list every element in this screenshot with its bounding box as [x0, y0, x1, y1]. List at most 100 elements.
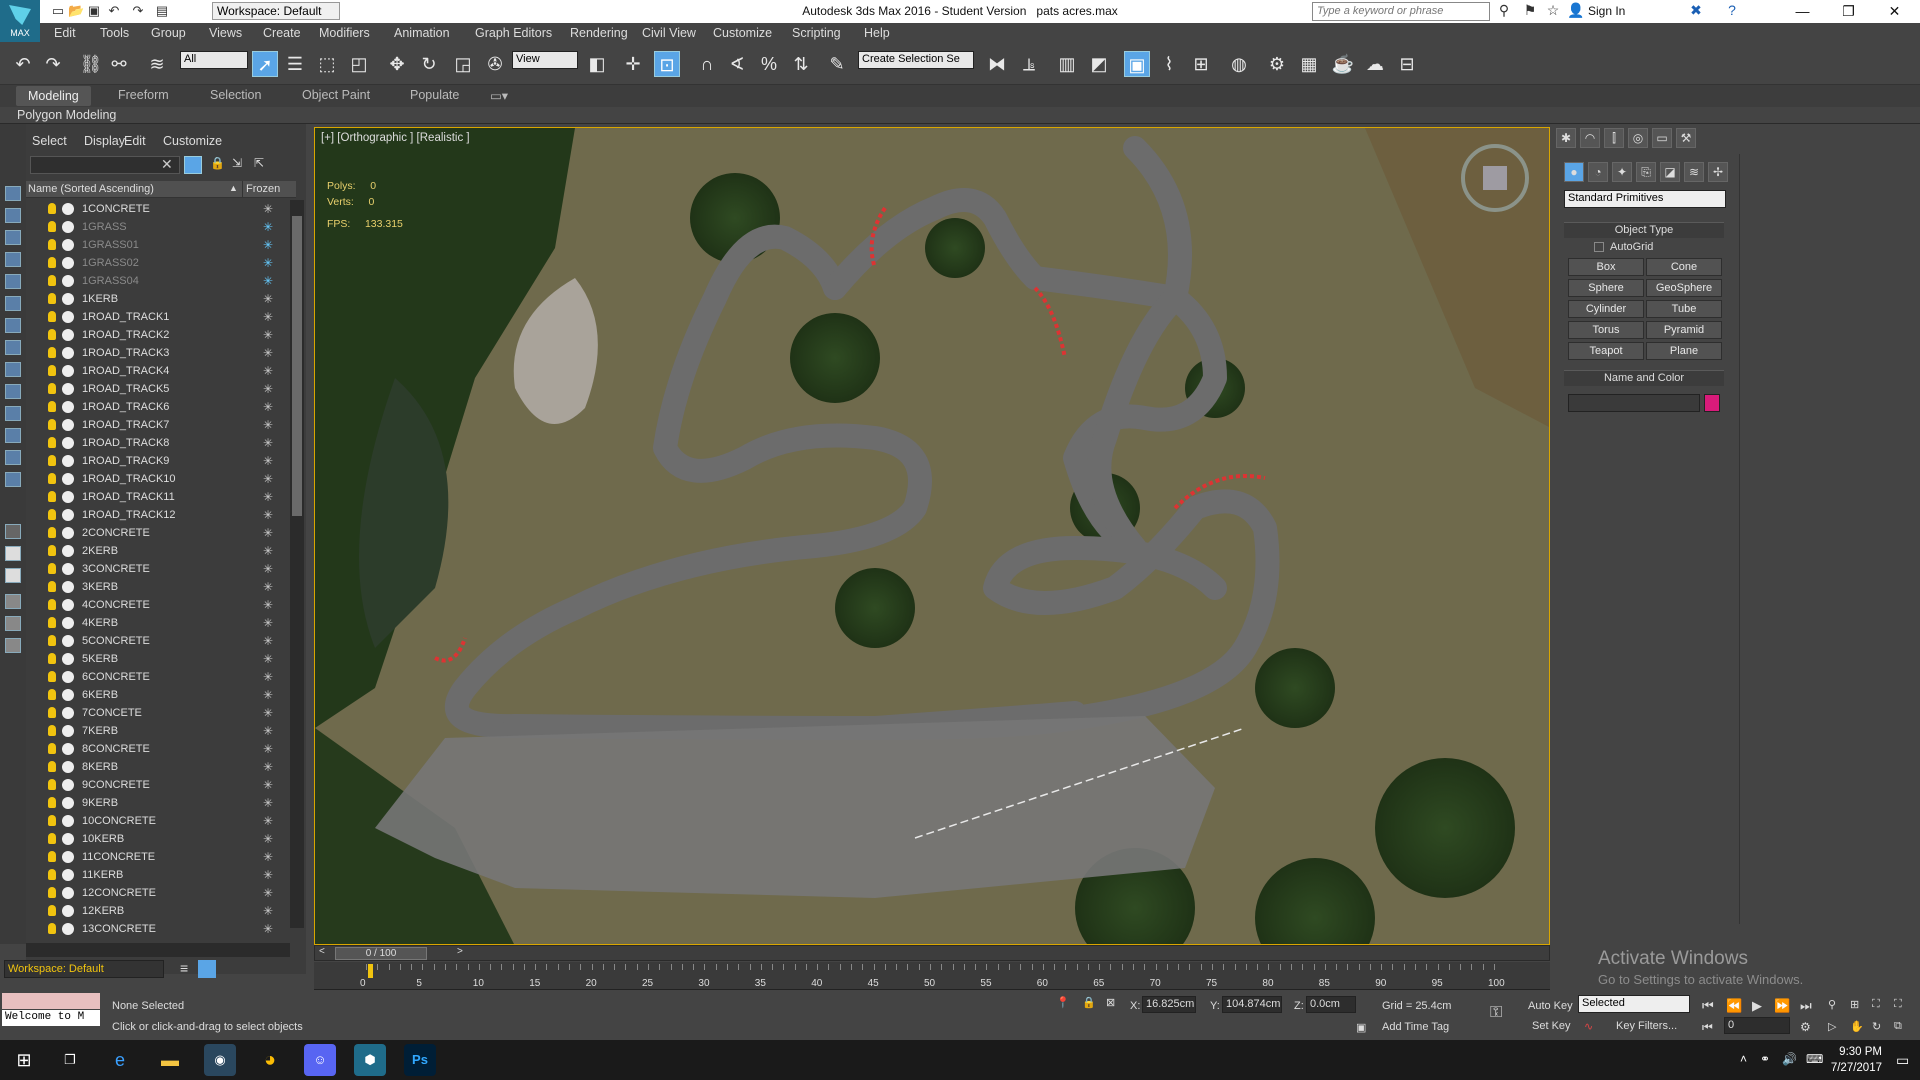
- orbit-icon[interactable]: ↻: [1872, 1020, 1881, 1033]
- prev-frame-icon[interactable]: <: [319, 946, 325, 957]
- freeze-snowflake-icon[interactable]: ✳: [263, 236, 273, 254]
- communication-center-icon[interactable]: ⚑: [1520, 2, 1540, 19]
- display-all-icon[interactable]: [5, 472, 21, 487]
- cameras-icon[interactable]: ⎘: [1636, 162, 1656, 182]
- key-filters-button[interactable]: Key Filters...: [1616, 1020, 1677, 1032]
- sphere-button[interactable]: Sphere: [1568, 279, 1644, 297]
- selection-filter-dropdown[interactable]: All: [180, 51, 248, 69]
- display-hidden-icon[interactable]: [5, 450, 21, 465]
- find-icon[interactable]: [184, 156, 202, 174]
- lightbulb-icon[interactable]: [48, 689, 56, 700]
- lightbulb-icon[interactable]: [48, 419, 56, 430]
- 3dsmax-taskbar-icon[interactable]: ⬢: [354, 1044, 386, 1076]
- freeze-snowflake-icon[interactable]: ✳: [263, 434, 273, 452]
- undo-icon[interactable]: ↶: [106, 3, 122, 19]
- freeze-snowflake-icon[interactable]: ✳: [263, 362, 273, 380]
- freeze-snowflake-icon[interactable]: ✳: [263, 614, 273, 632]
- zoom-extents-all-icon[interactable]: ⛶: [1894, 998, 1902, 1011]
- teapot-icon[interactable]: [62, 545, 74, 557]
- scene-object-row[interactable]: 7CONCETE ✳: [26, 704, 288, 722]
- freeze-snowflake-icon[interactable]: ✳: [263, 740, 273, 758]
- teapot-icon[interactable]: [62, 491, 74, 503]
- lightbulb-icon[interactable]: [48, 545, 56, 556]
- torus-button[interactable]: Torus: [1568, 321, 1644, 339]
- freeze-snowflake-icon[interactable]: ✳: [263, 344, 273, 362]
- freeze-snowflake-icon[interactable]: ✳: [263, 794, 273, 812]
- cone-button[interactable]: Cone: [1646, 258, 1722, 276]
- undo-icon[interactable]: ↶: [10, 51, 36, 77]
- teapot-icon[interactable]: [62, 257, 74, 269]
- binoculars-icon[interactable]: ⚲: [1494, 2, 1514, 19]
- play-icon[interactable]: ▶: [1752, 998, 1762, 1014]
- freeze-snowflake-icon[interactable]: ✳: [263, 848, 273, 866]
- lock-icon[interactable]: 🔒: [210, 156, 225, 170]
- freeze-snowflake-icon[interactable]: ✳: [263, 200, 273, 218]
- freeze-snowflake-icon[interactable]: ✳: [263, 452, 273, 470]
- curve-editor-icon[interactable]: ⌇: [1156, 51, 1182, 77]
- scene-object-row[interactable]: 9KERB ✳: [26, 794, 288, 812]
- freeze-snowflake-icon[interactable]: ✳: [263, 632, 273, 650]
- edit-named-selection-icon[interactable]: ✎: [824, 51, 850, 77]
- maximize-viewport-icon[interactable]: ⧉: [1894, 1020, 1902, 1033]
- isolate-icon[interactable]: 📍: [1056, 996, 1070, 1009]
- scene-object-row[interactable]: 10KERB ✳: [26, 830, 288, 848]
- scene-object-row[interactable]: 1ROAD_TRACK8 ✳: [26, 434, 288, 452]
- lightbulb-icon[interactable]: [48, 329, 56, 340]
- photoshop-icon[interactable]: Ps: [404, 1044, 436, 1076]
- lightbulb-icon[interactable]: [48, 581, 56, 592]
- plane-button[interactable]: Plane: [1646, 342, 1722, 360]
- absolute-mode-icon[interactable]: ⊠: [1106, 996, 1115, 1009]
- pyramid-button[interactable]: Pyramid: [1646, 321, 1722, 339]
- minimize-icon[interactable]: —: [1780, 0, 1825, 22]
- lightbulb-icon[interactable]: [48, 293, 56, 304]
- freeze-snowflake-icon[interactable]: ✳: [263, 920, 273, 938]
- display-space-warps-icon[interactable]: [5, 318, 21, 333]
- freeze-snowflake-icon[interactable]: ✳: [263, 308, 273, 326]
- display-children-icon[interactable]: [5, 568, 21, 583]
- select-dependents-icon[interactable]: ⇱: [254, 156, 264, 170]
- freeze-snowflake-icon[interactable]: ✳: [263, 254, 273, 272]
- percent-snap-icon[interactable]: %: [756, 51, 782, 77]
- auto-key-button[interactable]: Auto Key: [1528, 1000, 1573, 1012]
- freeze-snowflake-icon[interactable]: ✳: [263, 650, 273, 668]
- teapot-icon[interactable]: [62, 311, 74, 323]
- scene-object-row[interactable]: 1ROAD_TRACK1 ✳: [26, 308, 288, 326]
- menu-civil-view[interactable]: Civil View: [642, 26, 696, 40]
- menu-edit[interactable]: Edit: [54, 26, 76, 40]
- display-groups-icon[interactable]: [5, 340, 21, 355]
- scene-menu-edit[interactable]: Edit: [124, 134, 146, 148]
- name-column-header[interactable]: Name (Sorted Ascending): [28, 183, 154, 195]
- freeze-snowflake-icon[interactable]: ✳: [263, 218, 273, 236]
- scene-object-row[interactable]: 1KERB ✳: [26, 290, 288, 308]
- scene-object-row[interactable]: 12KERB ✳: [26, 902, 288, 920]
- maxscript-listener[interactable]: [2, 993, 100, 1009]
- display-shapes-icon[interactable]: [5, 230, 21, 245]
- lightbulb-icon[interactable]: [48, 491, 56, 502]
- freeze-snowflake-icon[interactable]: ✳: [263, 416, 273, 434]
- teapot-icon[interactable]: [62, 743, 74, 755]
- teapot-icon[interactable]: [62, 401, 74, 413]
- chrome-icon[interactable]: ◕: [254, 1044, 286, 1076]
- scene-menu-display[interactable]: Display: [84, 134, 125, 148]
- lightbulb-icon[interactable]: [48, 851, 56, 862]
- tab-freeform[interactable]: Freeform: [118, 88, 169, 102]
- teapot-icon[interactable]: [62, 329, 74, 341]
- scene-menu-customize[interactable]: Customize: [163, 134, 222, 148]
- lightbulb-icon[interactable]: [48, 383, 56, 394]
- material-editor-icon[interactable]: ◍: [1226, 51, 1252, 77]
- teapot-icon[interactable]: [62, 617, 74, 629]
- a360-gallery-icon[interactable]: ⊟: [1394, 51, 1420, 77]
- freeze-snowflake-icon[interactable]: ✳: [263, 272, 273, 290]
- select-object-icon[interactable]: ➚: [252, 51, 278, 77]
- object-type-rollout[interactable]: Object Type: [1564, 222, 1724, 238]
- layers-stack-icon[interactable]: ≡: [180, 960, 188, 976]
- freeze-snowflake-icon[interactable]: ✳: [263, 704, 273, 722]
- scene-object-row[interactable]: 1ROAD_TRACK11 ✳: [26, 488, 288, 506]
- select-children-icon[interactable]: ⇲: [232, 156, 242, 170]
- geosphere-button[interactable]: GeoSphere: [1646, 279, 1722, 297]
- lightbulb-icon[interactable]: [48, 635, 56, 646]
- select-by-name-icon[interactable]: ☰: [282, 51, 308, 77]
- pin-stack-icon[interactable]: [198, 960, 216, 978]
- menu-animation[interactable]: Animation: [394, 26, 450, 40]
- display-geometry-icon[interactable]: [5, 208, 21, 223]
